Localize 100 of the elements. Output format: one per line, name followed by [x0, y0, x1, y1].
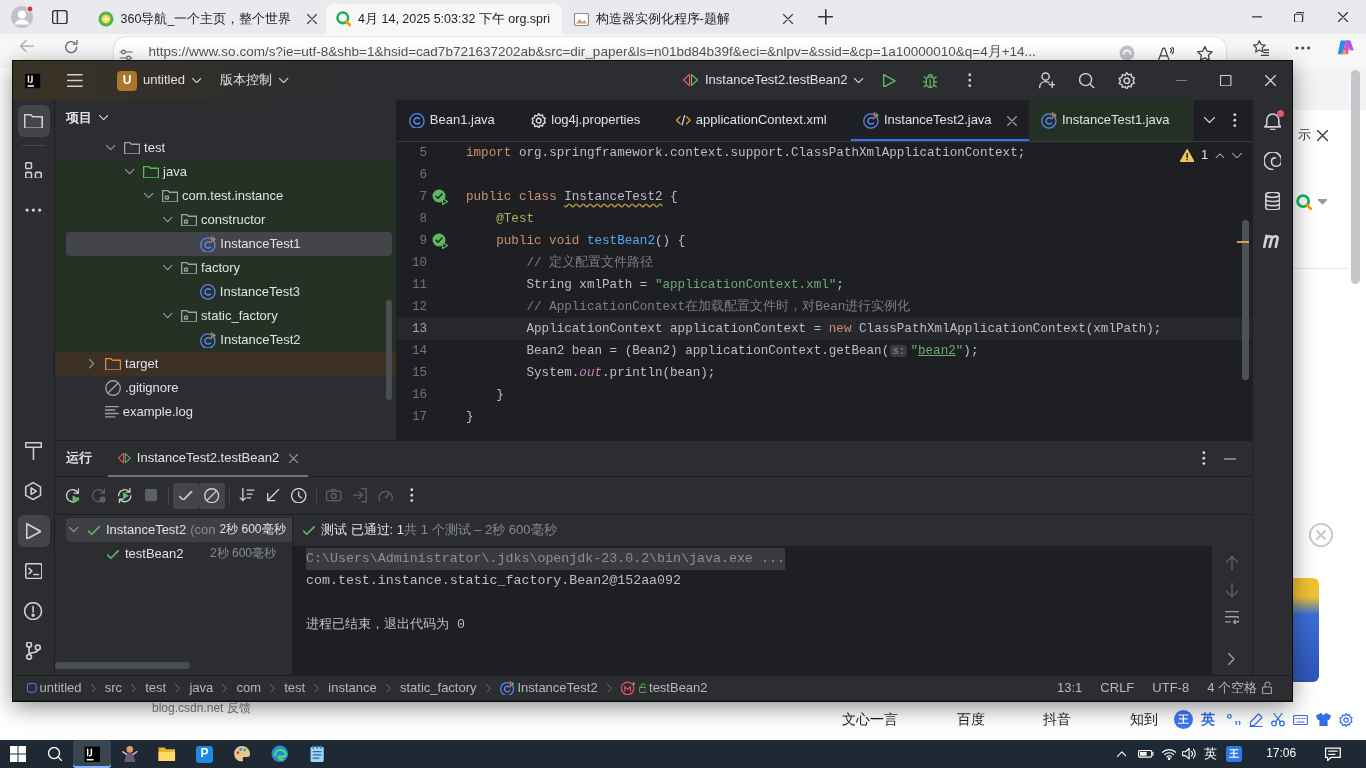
tree-item[interactable]: InstanceTest3	[55, 280, 396, 304]
pen-icon[interactable]	[1249, 712, 1264, 727]
nav-link[interactable]: 知到	[1129, 711, 1158, 729]
toolbar-button[interactable]	[199, 482, 225, 509]
close-icon[interactable]	[782, 14, 793, 24]
indent-setting[interactable]: 4 个空格	[1207, 679, 1257, 697]
breadcrumb-item[interactable]: src	[104, 679, 123, 697]
tool-window-button[interactable]	[17, 515, 50, 547]
keyboard-icon[interactable]	[1293, 714, 1309, 725]
toolbar-button[interactable]	[173, 482, 199, 509]
breadcrumb-item[interactable]: test	[284, 679, 306, 697]
volume-icon[interactable]	[1181, 748, 1197, 760]
test-passed-icon[interactable]	[432, 233, 448, 249]
address-field[interactable]: https://www.so.com/s?ie=utf-8&shb=1&hsid=cad7b721637202ab&src=dir_paper&ls=n01bd84b39f&eci=&nlpv=&ssid=&cp=1a10000010&q=4月+14...	[112, 36, 1227, 61]
file-encoding[interactable]: UTF-8	[1152, 679, 1190, 697]
extension-icon[interactable]	[1118, 45, 1135, 61]
wifi-icon[interactable]	[1161, 748, 1176, 760]
palette-icon[interactable]	[233, 745, 251, 763]
folder-icon[interactable]	[158, 746, 176, 762]
editor-tab[interactable]: InstanceTest1.java	[1028, 100, 1194, 141]
breadcrumb-item[interactable]: instance	[328, 679, 377, 697]
scrollbar-thumb[interactable]	[1242, 220, 1249, 380]
close-icon[interactable]	[289, 454, 299, 463]
read-aloud-icon[interactable]	[1157, 47, 1174, 61]
project-selector[interactable]: untitled	[143, 72, 202, 89]
favorite-star-icon[interactable]	[1196, 45, 1213, 61]
clock[interactable]: 17:06	[1266, 746, 1297, 762]
tree-item[interactable]: factory	[55, 256, 396, 280]
refresh-icon[interactable]	[64, 40, 79, 55]
ime-mode[interactable]: 英	[1201, 710, 1215, 729]
tree-item[interactable]: example.log	[55, 400, 396, 424]
breadcrumb-item[interactable]: testBean2	[620, 679, 708, 697]
tree-item[interactable]: static_factory	[55, 304, 396, 328]
test-passed-icon[interactable]	[432, 189, 448, 205]
test-tree-item[interactable]: InstanceTest2 (con 2秒 600毫秒	[66, 518, 292, 542]
scrollbar-thumb[interactable]	[386, 300, 392, 400]
assistant-logo-icon[interactable]	[1336, 40, 1355, 55]
browser-logo-icon[interactable]	[270, 745, 289, 763]
tree-item[interactable]: InstanceTest2	[55, 328, 396, 352]
plus-icon[interactable]	[817, 9, 834, 25]
lock-icon[interactable]	[1262, 681, 1272, 695]
active-app-highlight[interactable]	[73, 740, 111, 768]
nav-link[interactable]: 文心一言	[842, 711, 898, 729]
tree-item[interactable]: test	[55, 136, 396, 160]
ime-logo[interactable]: 王	[1174, 710, 1193, 729]
notifications-icon[interactable]	[1325, 746, 1341, 762]
tab-actions-icon[interactable]	[52, 9, 68, 25]
editor-tab[interactable]: log4j.properties	[518, 100, 665, 141]
warning-count[interactable]: 1	[1201, 147, 1209, 164]
scissors-icon[interactable]	[1271, 712, 1286, 727]
favorites-icon[interactable]	[1252, 40, 1269, 56]
caret-icon[interactable]	[1318, 199, 1328, 205]
close-icon[interactable]	[1006, 115, 1017, 126]
editor-tab[interactable]: applicationContext.xml	[664, 100, 851, 141]
tree-item[interactable]: InstanceTest1	[55, 232, 396, 256]
chevron-right-icon[interactable]	[1228, 652, 1236, 665]
breadcrumb-item[interactable]: static_factory	[399, 679, 477, 697]
run-tab[interactable]: InstanceTest2.testBean2	[108, 440, 309, 477]
start-icon[interactable]	[10, 746, 26, 762]
notepad-icon[interactable]	[309, 745, 325, 763]
line-separator[interactable]: CRLF	[1100, 679, 1135, 697]
app-tile[interactable]: P	[196, 745, 214, 763]
browser-tab[interactable]: 构造器实例化程序-题解	[563, 4, 800, 34]
more-icon[interactable]	[1294, 46, 1311, 50]
project-view-selector[interactable]: 项目	[66, 109, 109, 127]
close-icon[interactable]	[1317, 129, 1328, 141]
vcs-selector[interactable]: 版本控制	[220, 72, 289, 89]
ime-mode[interactable]: 英	[1204, 745, 1218, 763]
chevron-down-icon[interactable]	[1232, 152, 1242, 159]
figure-icon[interactable]	[120, 745, 139, 763]
scrollbar-thumb[interactable]	[1351, 70, 1360, 284]
tool-window-button[interactable]	[17, 105, 50, 137]
nav-link[interactable]: 百度	[956, 711, 985, 729]
scrollbar-thumb[interactable]	[55, 662, 190, 669]
editor-tab[interactable]: InstanceTest2.java	[850, 100, 1029, 141]
sliders-icon[interactable]	[118, 49, 133, 61]
tree-item[interactable]: java	[55, 160, 396, 184]
nav-link[interactable]: 抖音	[1043, 711, 1072, 729]
ime-logo[interactable]: 王	[1226, 746, 1243, 762]
breadcrumb-item[interactable]: com	[236, 679, 261, 697]
editor-tab[interactable]: Bean1.java	[397, 100, 519, 141]
app-logo-icon[interactable]	[83, 745, 101, 763]
shirt-icon[interactable]	[1316, 713, 1332, 726]
punctuation-icon[interactable]	[1227, 713, 1242, 726]
close-icon[interactable]	[306, 14, 317, 24]
tree-item[interactable]: .gitignore	[55, 376, 396, 400]
breadcrumb-item[interactable]: untitled	[27, 679, 82, 697]
soft-wrap-icon[interactable]	[1224, 610, 1240, 624]
tree-item[interactable]: constructor	[55, 208, 396, 232]
search-icon[interactable]	[48, 746, 63, 762]
breadcrumb-item[interactable]: test	[145, 679, 167, 697]
tree-item[interactable]: com.test.instance	[55, 184, 396, 208]
browser-tab[interactable]: 4月 14, 2025 5:03:32 下午 org.spri	[325, 4, 562, 34]
breadcrumb-item[interactable]: java	[189, 679, 214, 697]
chevron-up-icon[interactable]	[1215, 152, 1226, 159]
settings-icon[interactable]	[1339, 712, 1354, 727]
tree-item[interactable]: target	[55, 352, 396, 376]
browser-tab[interactable]: 360导航_一个主页，整个世界	[87, 4, 324, 34]
test-tree-item[interactable]: testBean2 2秒 600毫秒	[66, 542, 292, 566]
caret-position[interactable]: 13:1	[1057, 679, 1083, 697]
